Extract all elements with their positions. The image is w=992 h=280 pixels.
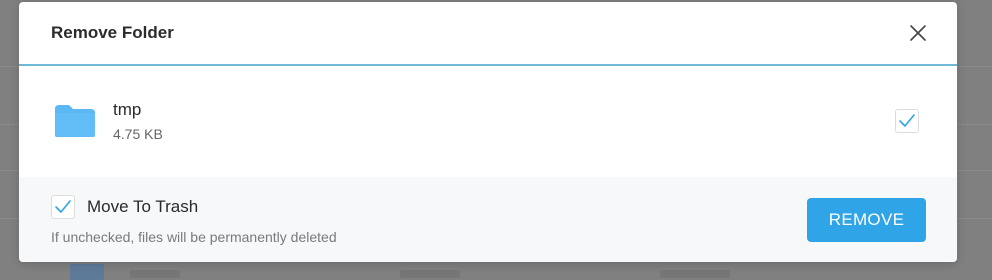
close-icon	[910, 25, 926, 41]
remove-folder-dialog: Remove Folder tmp 4.75 KB Move To Trash …	[19, 2, 957, 262]
move-to-trash-label[interactable]: Move To Trash	[87, 197, 198, 217]
checkmark-icon	[899, 114, 915, 127]
folder-item-info: tmp 4.75 KB	[113, 100, 895, 142]
folder-name: tmp	[113, 100, 142, 119]
folder-size: 4.75 KB	[113, 126, 163, 142]
folder-select-checkbox[interactable]	[895, 109, 919, 133]
dialog-title: Remove Folder	[51, 23, 174, 42]
background-cell	[400, 270, 460, 278]
background-folder-icon	[70, 264, 104, 280]
folder-item-row: tmp 4.75 KB	[19, 66, 957, 176]
background-cell	[130, 270, 180, 278]
trash-option: Move To Trash If unchecked, files will b…	[51, 194, 337, 245]
permanent-delete-hint: If unchecked, files will be permanently …	[51, 228, 337, 245]
remove-button[interactable]: REMOVE	[807, 197, 926, 242]
close-button[interactable]	[907, 22, 929, 44]
dialog-footer: Move To Trash If unchecked, files will b…	[19, 177, 957, 262]
folder-icon	[55, 105, 95, 137]
move-to-trash-row: Move To Trash	[51, 194, 337, 219]
move-to-trash-checkbox[interactable]	[51, 194, 75, 219]
dialog-header: Remove Folder	[19, 2, 957, 66]
checkmark-icon	[55, 199, 71, 213]
background-cell	[660, 270, 730, 278]
